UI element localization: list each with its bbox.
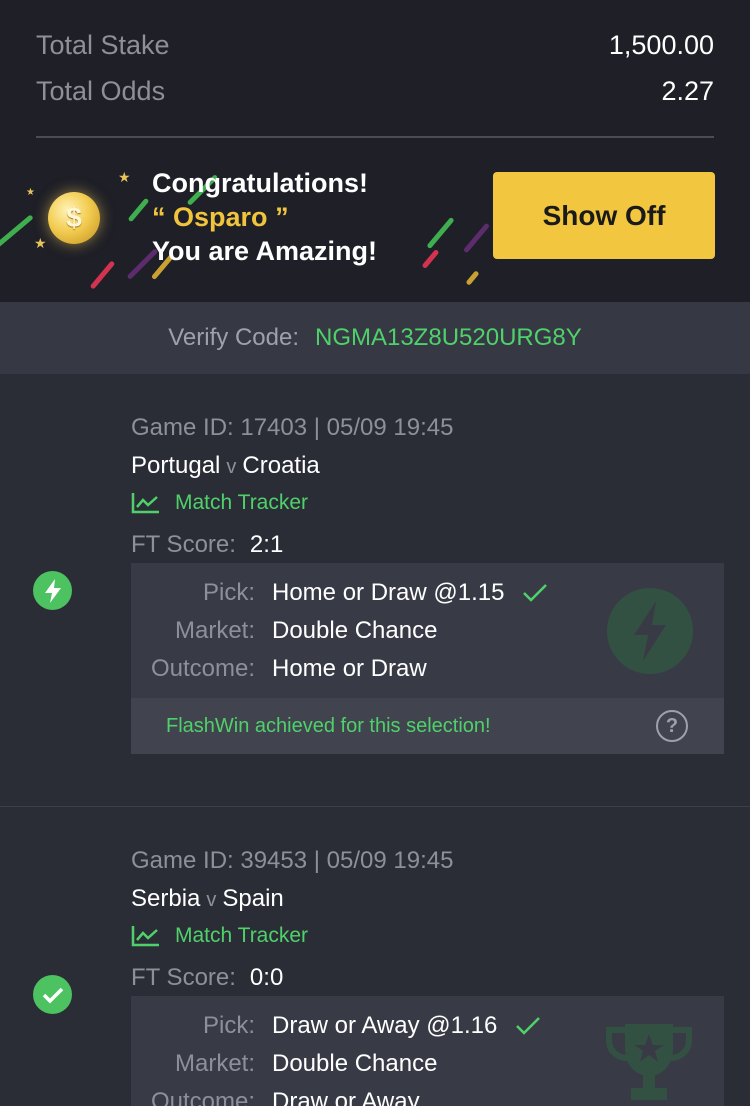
home-team: Portugal <box>131 452 221 479</box>
total-stake-label: Total Stake <box>36 29 170 60</box>
outcome-value: Home or Draw <box>272 655 427 682</box>
match-tracker-link[interactable]: Match Tracker <box>131 491 308 515</box>
congratulations-message: Congratulations! “ Osparo ” You are Amaz… <box>152 166 377 268</box>
outcome-label: Outcome: <box>150 1088 255 1106</box>
market-label: Market: <box>174 617 255 644</box>
flashwin-message: FlashWin achieved for this selection! <box>166 714 491 737</box>
pick-value: Draw or Away @1.16 <box>272 1012 498 1039</box>
flash-bolt-icon <box>33 571 72 610</box>
gold-coin-icon: $ <box>48 192 100 244</box>
divider <box>36 136 714 138</box>
outcome-value: Draw or Away <box>272 1088 420 1106</box>
bet-summary: Total Stake 1,500.00 Total Odds 2.27 ★ ★… <box>0 0 750 302</box>
total-stake-value: 1,500.00 <box>608 29 714 60</box>
match-tracker-label: Match Tracker <box>175 491 309 514</box>
total-stake-row: Total Stake 1,500.00 <box>36 25 714 65</box>
verify-code-label: Verify Code: <box>168 324 299 351</box>
away-team: Spain <box>222 885 284 912</box>
flash-watermark-icon <box>607 588 693 674</box>
question-mark-icon[interactable]: ? <box>656 710 688 742</box>
outcome-label: Outcome: <box>150 655 255 682</box>
game-id: Game ID: 39453 | 05/09 19:45 <box>131 847 454 874</box>
match-tracker-label: Match Tracker <box>175 924 309 947</box>
quote-open: “ <box>152 202 166 232</box>
market-value: Double Chance <box>272 617 438 644</box>
home-team: Serbia <box>131 885 201 912</box>
total-odds-label: Total Odds <box>36 75 166 106</box>
congrats-title: Congratulations! <box>152 168 368 198</box>
congrats-username-line: “ Osparo ” <box>152 200 377 234</box>
verify-code-bar: Verify Code: NGMA13Z8U520URG8Y <box>0 302 750 374</box>
ft-score: FT Score: 2:1 <box>131 531 283 559</box>
quote-close: ” <box>275 202 289 232</box>
flashwin-bar: FlashWin achieved for this selection! ? <box>131 698 724 754</box>
ft-score-label: FT Score: <box>131 964 236 991</box>
chart-line-icon <box>131 926 159 947</box>
check-icon <box>523 584 548 602</box>
check-icon <box>516 1017 541 1035</box>
trophy-watermark-icon <box>606 1024 692 1100</box>
ft-score-value: 2:1 <box>249 531 284 558</box>
chart-line-icon <box>131 493 159 514</box>
pick-label: Pick: <box>202 579 255 606</box>
selection-details: Pick: Home or Draw @1.15 Market: Double … <box>131 563 724 754</box>
match-tracker-link[interactable]: Match Tracker <box>131 924 308 948</box>
selection-card: Game ID: 17403 | 05/09 19:45 Portugal v Cr… <box>0 374 750 806</box>
total-odds-row: Total Odds 2.27 <box>36 71 714 111</box>
away-team: Croatia <box>242 452 320 479</box>
market-value: Double Chance <box>272 1050 438 1077</box>
username: Osparo <box>173 202 268 232</box>
show-off-button[interactable]: Show Off <box>493 172 715 259</box>
pick-value: Home or Draw @1.15 <box>272 579 505 606</box>
selection-details: Pick: Draw or Away @1.16 Market: Double … <box>131 996 724 1106</box>
pick-label: Pick: <box>202 1012 255 1039</box>
selection-card: Game ID: 39453 | 05/09 19:45 Serbia v Spai… <box>0 806 750 1106</box>
total-odds-value: 2.27 <box>661 75 714 106</box>
ft-score-value: 0:0 <box>249 964 284 991</box>
versus: v <box>226 456 237 478</box>
match-teams: Portugal v Croatia <box>131 452 320 480</box>
match-teams: Serbia v Spain <box>131 885 284 913</box>
market-label: Market: <box>174 1050 255 1077</box>
game-id: Game ID: 17403 | 05/09 19:45 <box>131 414 454 441</box>
check-circle-icon <box>33 975 72 1014</box>
ft-score: FT Score: 0:0 <box>131 964 283 992</box>
versus: v <box>206 889 217 911</box>
congrats-subtitle: You are Amazing! <box>152 236 378 266</box>
verify-code-value: NGMA13Z8U520URG8Y <box>314 324 582 351</box>
ft-score-label: FT Score: <box>131 531 236 558</box>
